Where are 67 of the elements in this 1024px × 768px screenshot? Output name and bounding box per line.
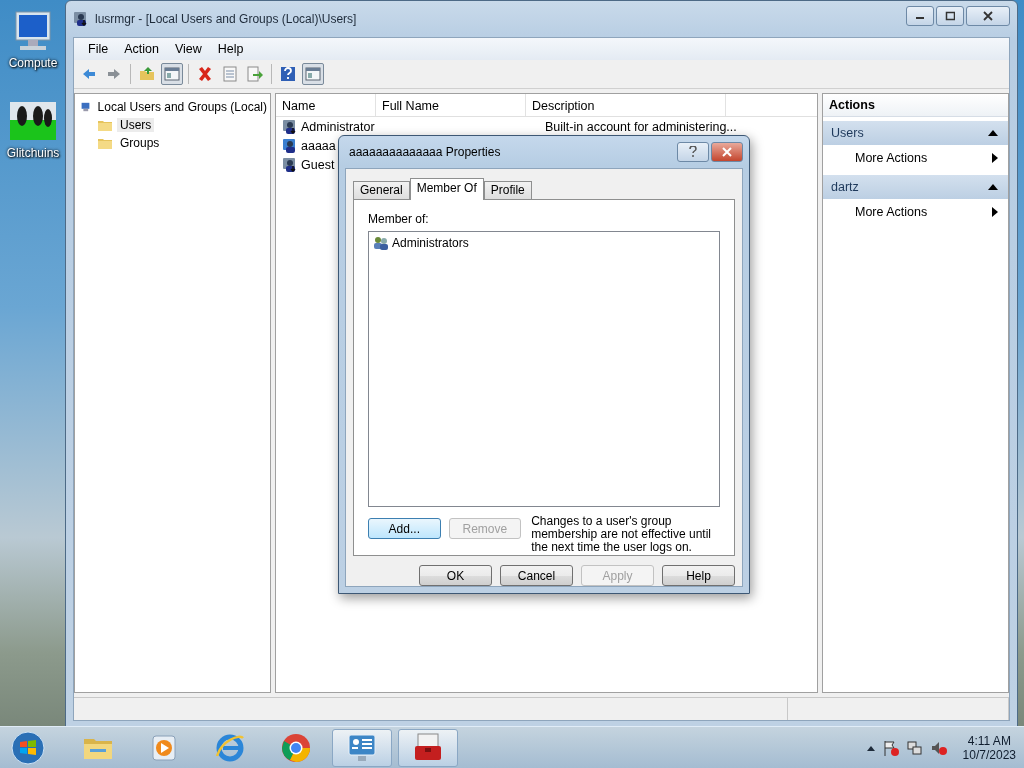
close-icon — [722, 147, 732, 157]
column-header[interactable]: Full Name — [376, 94, 526, 116]
menu-item[interactable]: File — [82, 40, 115, 58]
properties-icon — [222, 66, 238, 82]
menu-item[interactable]: View — [168, 40, 208, 58]
dialog-title: aaaaaaaaaaaaaa Properties — [349, 145, 501, 159]
menu-item[interactable]: Action — [118, 40, 165, 58]
windows-logo-icon — [11, 730, 45, 765]
network-icon — [906, 739, 923, 756]
collapse-arrow-icon — [988, 129, 998, 137]
member-of-label: Member of: — [368, 212, 430, 226]
back-arrow-icon — [81, 66, 97, 82]
submenu-arrow-icon — [992, 153, 998, 163]
user-icon — [282, 118, 298, 135]
help-icon — [280, 66, 296, 82]
user-icon — [73, 11, 89, 27]
pane-icon — [305, 66, 321, 82]
show-hidden-icons-icon — [866, 744, 875, 751]
group-item[interactable]: Administrators — [373, 234, 715, 252]
tab[interactable]: Profile — [483, 181, 532, 199]
column-header[interactable]: Name — [276, 94, 376, 116]
window-title: lusrmgr - [Local Users and Groups (Local)\Users] — [95, 12, 358, 26]
submenu-arrow-icon — [992, 207, 998, 217]
clock-date[interactable]: 10/7/2023 — [962, 747, 1016, 762]
question-icon — [688, 146, 698, 158]
column-header[interactable]: Description — [526, 94, 726, 116]
restore-button[interactable] — [936, 6, 964, 26]
restore-icon — [945, 11, 955, 21]
delete-icon — [197, 66, 213, 82]
export-icon — [247, 66, 263, 82]
chrome-icon — [280, 731, 312, 764]
menu-item[interactable]: Help — [211, 40, 250, 58]
tree-item[interactable]: Users — [117, 118, 155, 132]
pane-icon — [164, 66, 180, 82]
tree-item[interactable]: Local Users and Groups (Local) — [94, 100, 270, 114]
action-link[interactable]: More Actions — [823, 199, 1008, 225]
actions-section-header[interactable]: dartz — [823, 175, 1008, 199]
action-link[interactable]: More Actions — [823, 145, 1008, 171]
forward-arrow-icon — [106, 66, 122, 82]
folder-up-icon — [139, 66, 155, 82]
add-button[interactable]: Add... — [368, 518, 441, 539]
toolbar-button[interactable] — [244, 63, 266, 85]
taskbar-button[interactable] — [398, 728, 458, 767]
group-icon — [373, 235, 389, 251]
user-description: Built-in account for administering... — [545, 119, 737, 134]
actions-section-header[interactable]: Users — [823, 121, 1008, 145]
user-icon — [282, 137, 298, 154]
user-name[interactable]: Administrator — [298, 119, 393, 134]
help-button[interactable] — [677, 142, 709, 162]
toolbar-button[interactable] — [302, 63, 324, 85]
toolbar-button[interactable] — [161, 63, 183, 85]
close-button[interactable] — [711, 142, 743, 162]
dialog-button[interactable]: OK — [419, 565, 492, 586]
membership-note: Changes to a user's group membership are not effective until the next time the user logs on. — [531, 515, 713, 554]
flag-icon — [882, 739, 899, 756]
dialog-button[interactable]: Help — [662, 565, 735, 586]
close-icon — [983, 11, 993, 21]
dialog-button[interactable]: Cancel — [500, 565, 573, 586]
user-icon — [282, 156, 298, 173]
minimize-button[interactable] — [906, 6, 934, 26]
collapse-arrow-icon — [988, 183, 998, 191]
tab[interactable]: Member Of — [409, 178, 484, 200]
tree-item[interactable]: Groups — [117, 136, 163, 150]
tab[interactable]: General — [353, 181, 410, 199]
taskbar-button[interactable] — [332, 728, 392, 767]
close-button[interactable] — [966, 6, 1010, 26]
clock-time[interactable]: 4:11 AM — [967, 733, 1011, 748]
